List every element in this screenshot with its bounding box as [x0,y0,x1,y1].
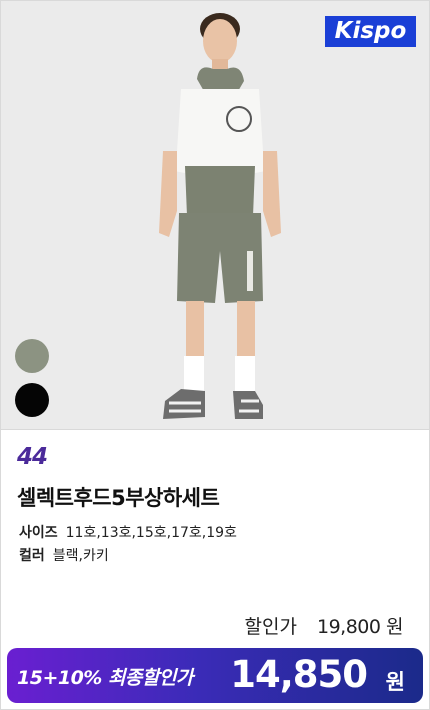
product-info: 44 셀렉트후드5부상하세트 사이즈 11호,13호,15호,17호,19호 컬러… [1,430,429,709]
final-price-unit: 원 [385,670,405,694]
discount-value: 19,800 원 [316,616,404,638]
final-price-banner: 15+10% 최종할인가 14,850 원 [7,648,423,703]
color-value: 블랙,카키 [52,548,109,564]
discount-price: 할인가 19,800 원 [244,612,404,639]
size-label: 사이즈 [19,525,58,541]
product-photo[interactable]: Kispo [1,1,429,430]
product-title[interactable]: 셀렉트후드5부상하세트 [17,482,220,512]
kid-model-illustration [1,1,429,429]
discount-label: 할인가 [244,616,297,638]
khaki-swatch[interactable] [15,339,49,373]
product-code: 44 [17,444,48,470]
product-card[interactable]: Kispo 44 셀렉트후드5부상하세트 사이즈 11호,13호,15호,17호,… [0,0,430,710]
brand-logo: Kispo [325,16,416,47]
size-spec: 사이즈 11호,13호,15호,17호,19호 [19,522,237,542]
size-value: 11호,13호,15호,17호,19호 [65,525,237,541]
color-spec: 컬러 블랙,카키 [19,545,109,565]
final-price-amount: 14,850 [230,653,368,696]
black-swatch[interactable] [15,383,49,417]
final-price-label: 15+10% 최종할인가 [17,667,193,689]
color-label: 컬러 [19,548,45,564]
